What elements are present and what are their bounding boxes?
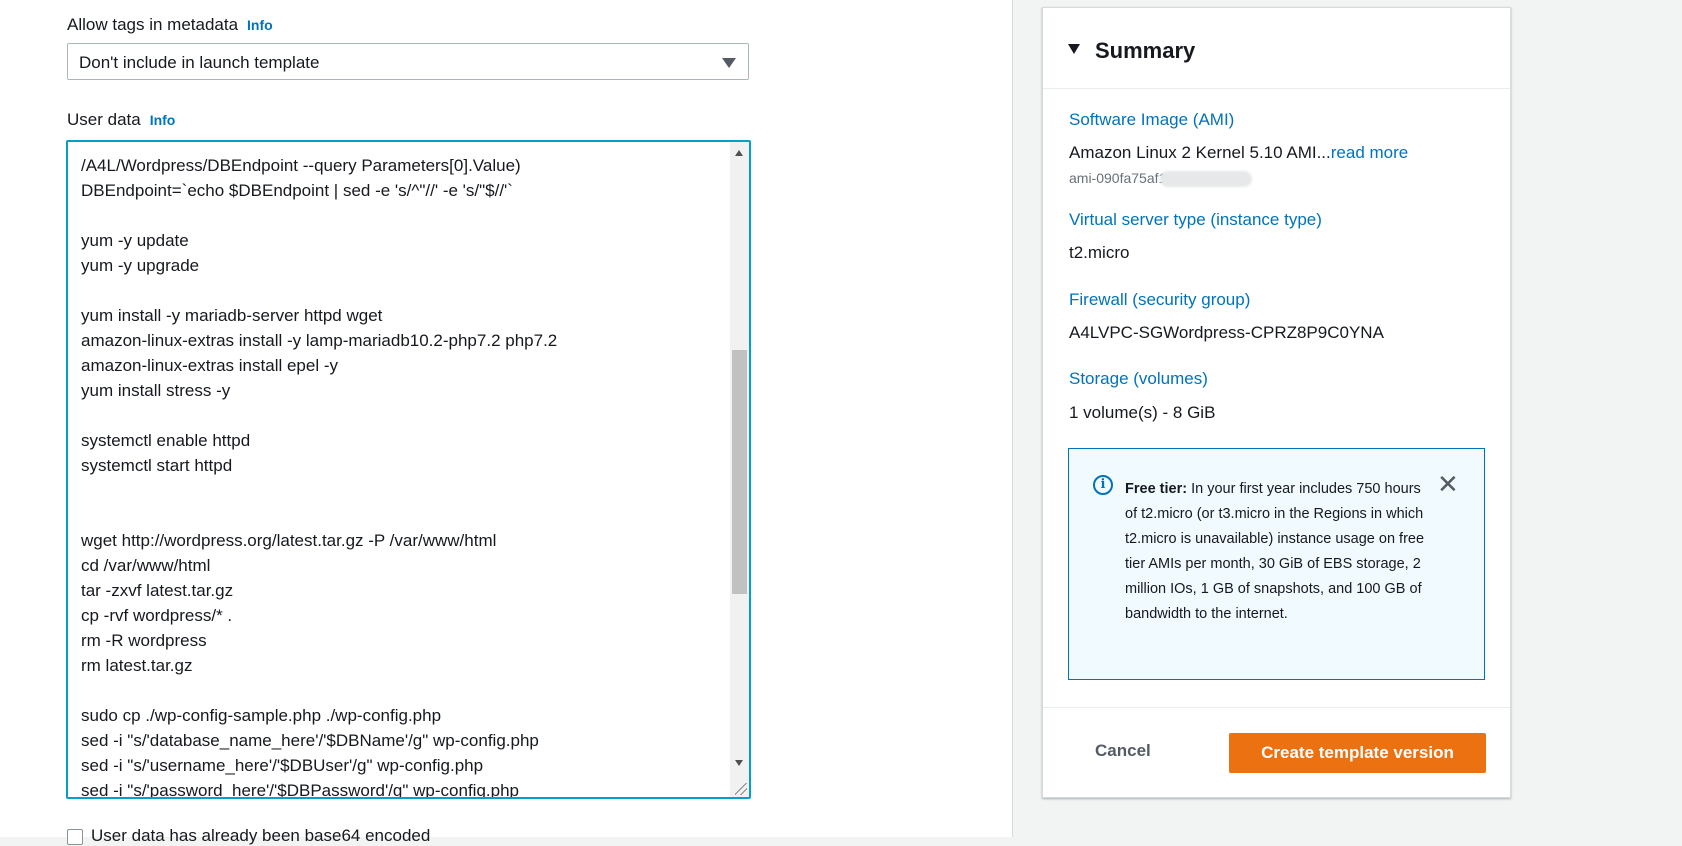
user-data-info-link[interactable]: Info <box>150 112 176 128</box>
base64-encoded-checkbox[interactable] <box>67 828 83 845</box>
info-icon: i <box>1093 475 1113 495</box>
resize-handle-icon[interactable] <box>735 783 747 795</box>
redacted-mask <box>1160 171 1253 188</box>
code-line: cp -rvf wordpress/* . <box>81 606 233 625</box>
code-line: DBEndpoint=`echo $DBEndpoint | sed -e 's… <box>81 181 513 200</box>
storage-value: 1 volume(s) - 8 GiB <box>1069 403 1216 422</box>
metadata-tags-selected-value: Don't include in launch template <box>79 53 320 72</box>
code-line: amazon-linux-extras install -y lamp-mari… <box>81 331 558 350</box>
code-line: yum -y upgrade <box>81 256 200 275</box>
metadata-tags-select[interactable]: Don't include in launch template <box>67 43 749 80</box>
instance-type-value: t2.micro <box>1069 243 1130 262</box>
summary-panel: Summary Software Image (AMI) Amazon Linu… <box>1042 7 1511 798</box>
textarea-scrollbar[interactable] <box>730 142 749 797</box>
user-data-textarea[interactable]: /A4L/Wordpress/DBEndpoint --query Parame… <box>66 140 751 799</box>
code-line: cd /var/www/html <box>81 556 211 575</box>
code-line: yum install -y mariadb-server httpd wget <box>81 306 383 325</box>
code-line: rm latest.tar.gz <box>81 656 193 675</box>
code-line: amazon-linux-extras install epel -y <box>81 356 338 375</box>
code-line-partial <box>81 142 729 153</box>
firewall-value: A4LVPC-SGWordpress-CPRZ8P9C0YNA <box>1069 323 1384 342</box>
summary-title: Summary <box>1095 38 1196 63</box>
metadata-tags-info-link[interactable]: Info <box>247 17 273 33</box>
ami-label-link[interactable]: Software Image (AMI) <box>1069 110 1234 130</box>
ami-id: ami-090fa75af1 <box>1069 170 1253 188</box>
base64-encoded-label: User data has already been base64 encode… <box>91 826 431 845</box>
instance-type-label-link[interactable]: Virtual server type (instance type) <box>1069 210 1322 230</box>
code-line: sed -i "s/'username_here'/'$DBUser'/g" w… <box>81 756 484 775</box>
form-panel: Allow tags in metadata Info Don't include… <box>0 0 1013 845</box>
storage-label-link[interactable]: Storage (volumes) <box>1069 369 1208 389</box>
code-line: systemctl enable httpd <box>81 431 251 450</box>
scroll-down-arrow-icon[interactable] <box>735 760 743 766</box>
code-line: /A4L/Wordpress/DBEndpoint --query Parame… <box>81 156 521 175</box>
metadata-tags-label: Allow tags in metadata Info <box>67 15 273 34</box>
scroll-up-arrow-icon[interactable] <box>735 150 743 156</box>
create-template-version-button[interactable]: Create template version <box>1229 733 1486 773</box>
code-line: yum install stress -y <box>81 381 231 400</box>
code-line: wget http://wordpress.org/latest.tar.gz … <box>81 531 497 550</box>
cancel-button[interactable]: Cancel <box>1095 741 1151 761</box>
close-icon[interactable]: ✕ <box>1437 472 1459 498</box>
code-line: rm -R wordpress <box>81 631 207 650</box>
code-line: sed -i "s/'password_here'/'$DBPassword'/… <box>81 781 519 799</box>
ami-read-more-link[interactable]: read more <box>1331 143 1408 162</box>
user-data-label: User data Info <box>67 110 176 129</box>
user-data-content: /A4L/Wordpress/DBEndpoint --query Parame… <box>81 142 729 799</box>
footer-divider <box>1043 707 1510 708</box>
scroll-thumb[interactable] <box>732 350 747 594</box>
free-tier-alert: i Free tier: In your first year includes… <box>1068 448 1485 680</box>
caret-down-icon[interactable] <box>1068 44 1080 54</box>
summary-header[interactable]: Summary <box>1043 8 1510 89</box>
code-line: sudo cp ./wp-config-sample.php ./wp-conf… <box>81 706 442 725</box>
code-line: yum -y update <box>81 231 189 250</box>
caret-down-icon <box>722 58 736 68</box>
code-line: sed -i "s/'database_name_here'/'$DBName'… <box>81 731 539 750</box>
ami-value: Amazon Linux 2 Kernel 5.10 AMI...read mo… <box>1069 143 1409 162</box>
code-line: systemctl start httpd <box>81 456 233 475</box>
free-tier-text: Free tier: In your first year includes 7… <box>1125 481 1425 622</box>
code-line: tar -zxvf latest.tar.gz <box>81 581 234 600</box>
firewall-label-link[interactable]: Firewall (security group) <box>1069 290 1250 310</box>
base64-encoded-option[interactable]: User data has already been base64 encode… <box>67 826 430 846</box>
